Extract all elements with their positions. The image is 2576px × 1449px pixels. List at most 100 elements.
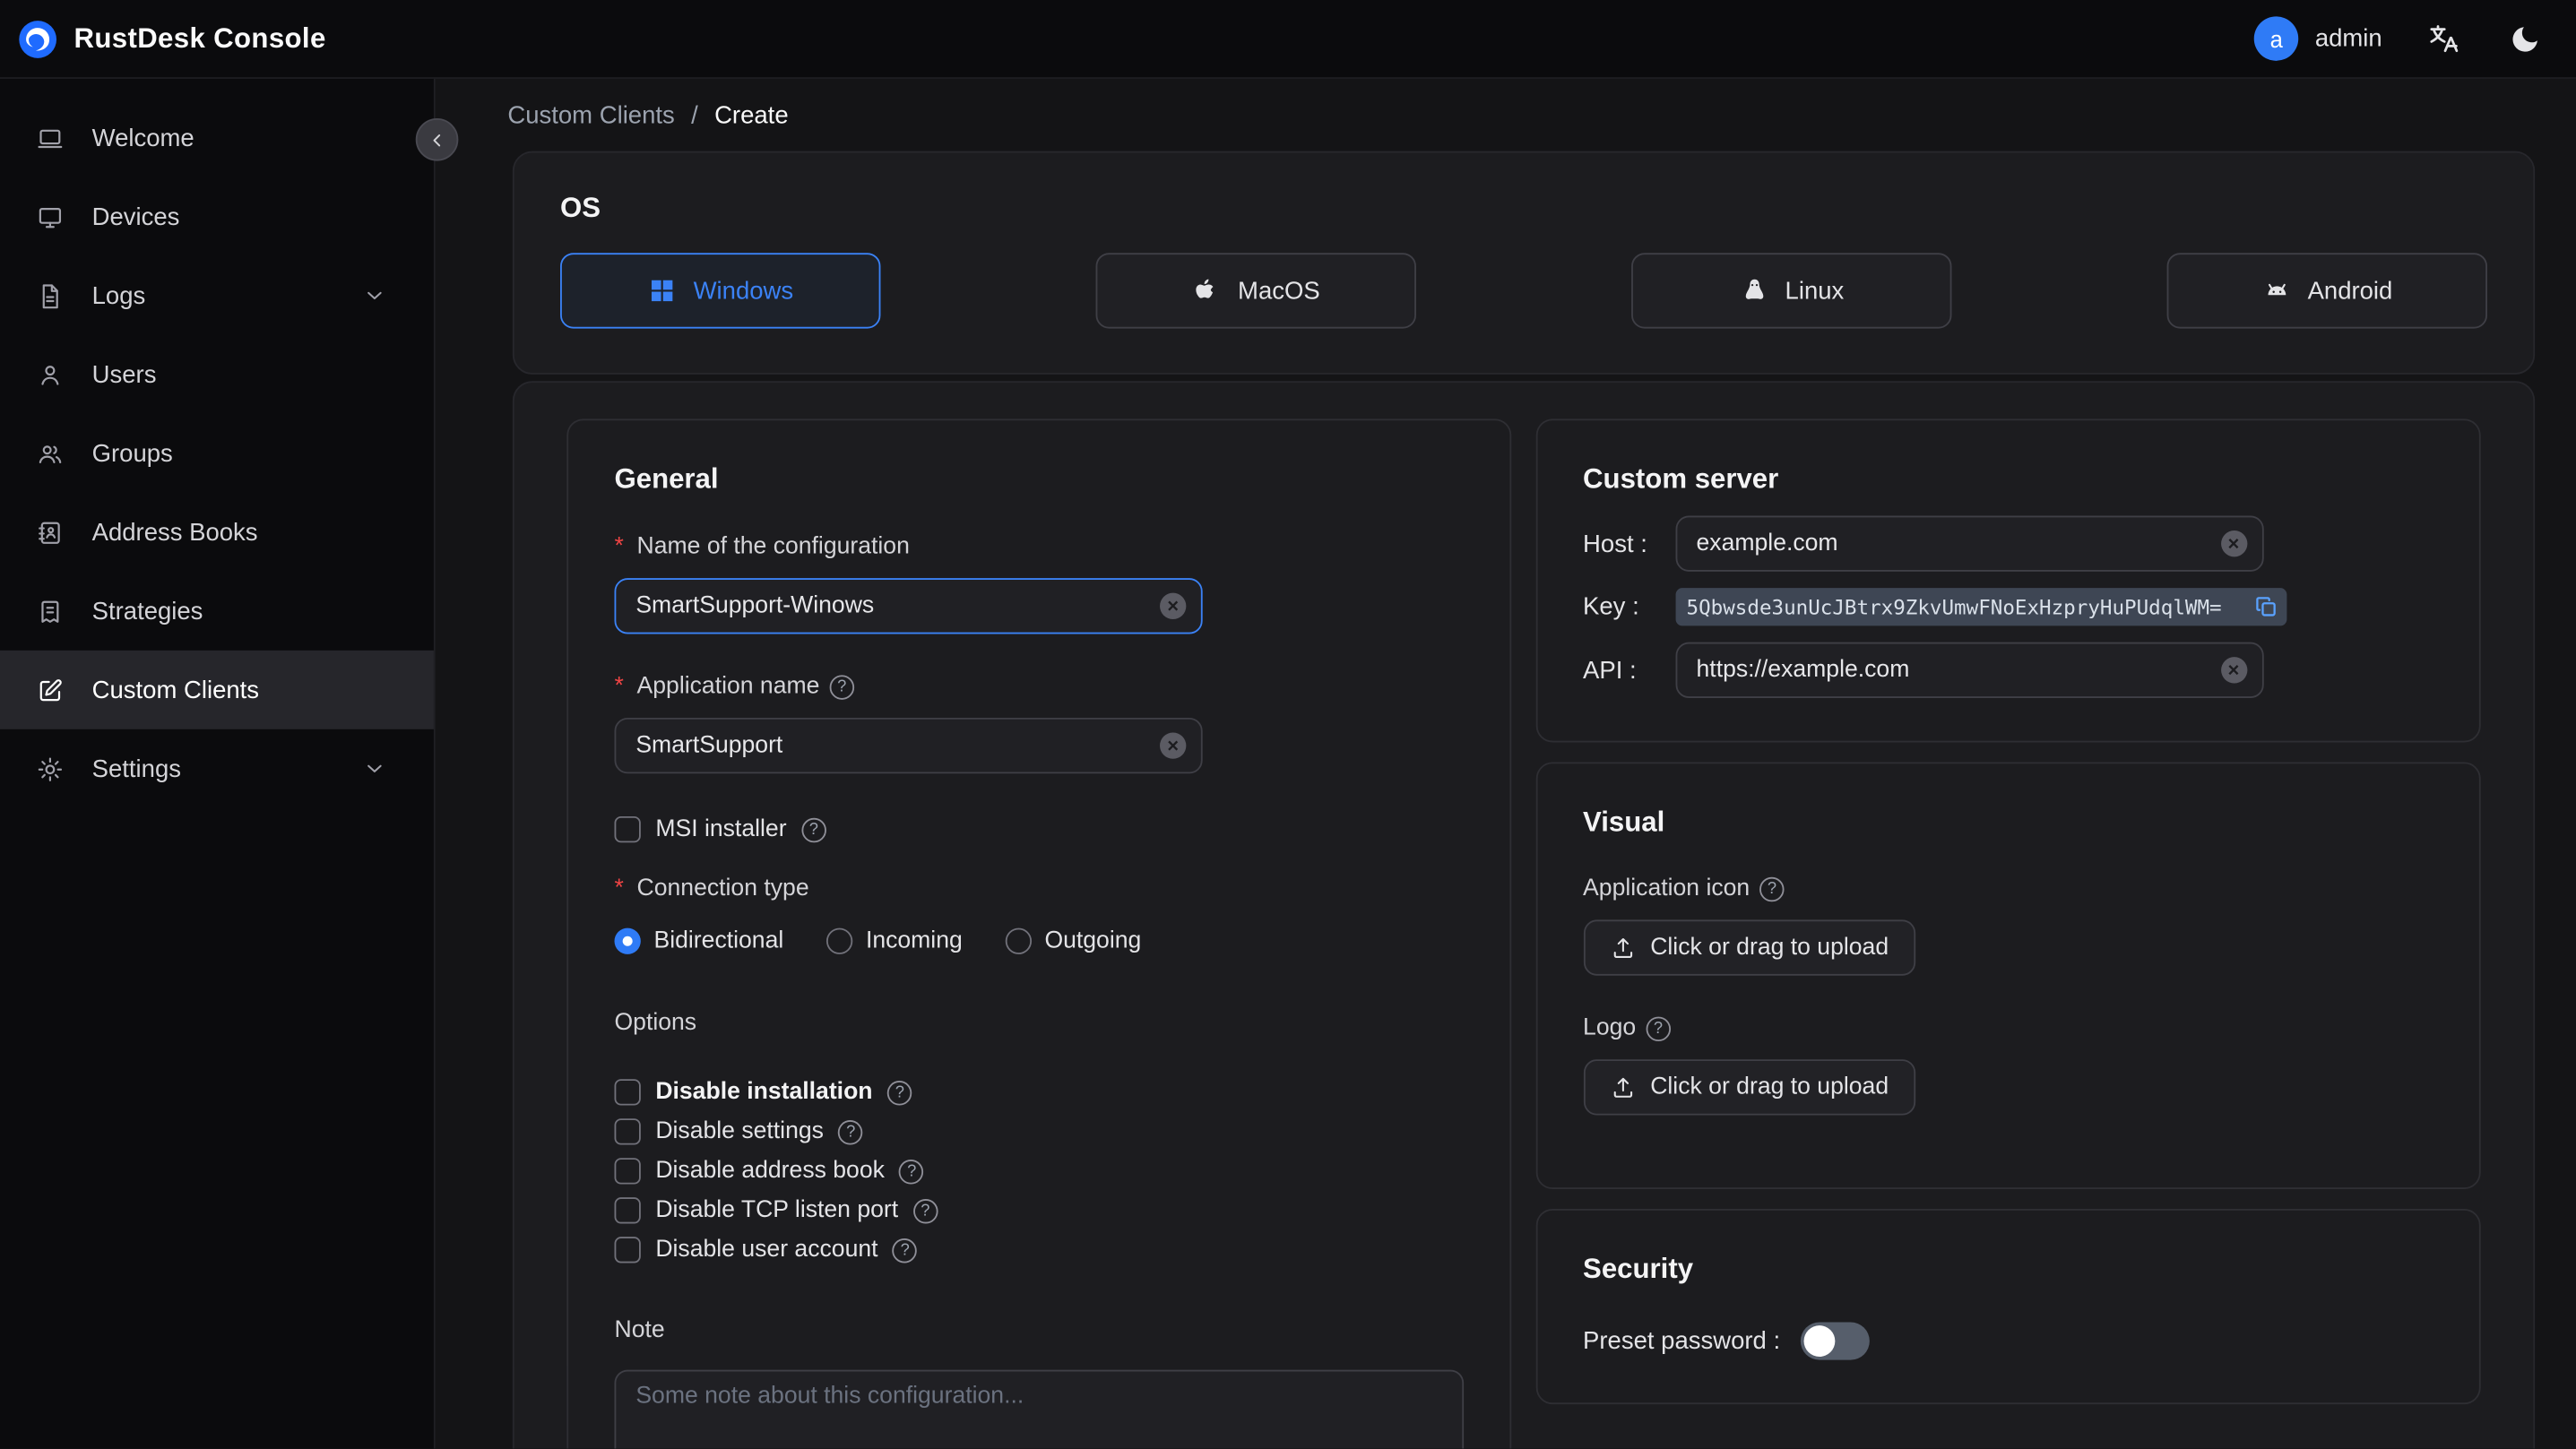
connection-type-label: * Connection type [614,875,809,902]
sidebar-item-label: Devices [91,203,180,231]
sidebar-item-devices[interactable]: Devices [0,177,434,256]
topbar: RustDesk Console a admin [0,0,2576,79]
api-input[interactable] [1674,642,2263,698]
host-row: Host : × [1583,515,2433,572]
sidebar-item-strategies[interactable]: Strategies [0,572,434,651]
translate-icon [2425,22,2459,56]
clear-icon[interactable]: × [1160,592,1187,620]
help-icon[interactable]: ? [887,1080,912,1105]
chevron-left-icon [425,127,449,151]
breadcrumb-separator: / [691,101,698,130]
apple-icon [1192,276,1222,306]
sidebar-item-label: Settings [91,755,181,783]
general-title: General [614,462,719,495]
upload-button-label: Click or drag to upload [1650,1074,1889,1101]
disable-tcp-listen-port-checkbox[interactable] [614,1197,641,1224]
preset-password-toggle[interactable] [1800,1322,1870,1360]
breadcrumb-parent[interactable]: Custom Clients [507,102,674,130]
sidebar-item-label: Welcome [91,124,194,152]
help-icon[interactable]: ? [912,1198,938,1223]
help-icon[interactable]: ? [1646,1015,1671,1041]
radio-icon [826,927,853,954]
radio-bidirectional[interactable]: Bidirectional [614,927,783,954]
api-field: × [1674,642,2263,698]
help-icon[interactable]: ? [899,1159,924,1184]
rustdesk-console-app: RustDesk Console a admin Welcome Devices… [0,0,2576,1449]
os-option-macos[interactable]: MacOS [1095,253,1416,329]
help-icon[interactable]: ? [838,1119,863,1144]
disable-user-account-checkbox[interactable] [614,1237,641,1264]
preset-password-row: Preset password : [1583,1322,2433,1360]
host-input[interactable] [1674,515,2263,572]
help-icon[interactable]: ? [829,674,854,699]
sidebar-item-label: Users [91,360,157,389]
avatar: a [2253,16,2299,61]
theme-toggle-button[interactable] [2503,17,2546,60]
username: admin [2314,24,2382,53]
document-icon [36,281,64,309]
clear-icon[interactable]: × [2220,657,2247,684]
language-button[interactable] [2422,17,2465,60]
copy-icon[interactable] [2253,595,2278,619]
sidebar-item-groups[interactable]: Groups [0,414,434,493]
sidebar: Welcome Devices Logs Users Groups Addres… [0,78,436,1449]
upload-icon [1609,1074,1635,1100]
clear-icon[interactable]: × [1160,732,1187,759]
disable-installation-checkbox[interactable] [614,1079,641,1106]
os-option-label: Android [2307,276,2393,306]
host-label: Host : [1583,530,1647,558]
sidebar-item-settings[interactable]: Settings [0,729,434,808]
radio-icon [1005,927,1032,954]
app-name-input[interactable] [614,717,1203,774]
visual-title: Visual [1583,806,1665,838]
logo-upload-button[interactable]: Click or drag to upload [1583,1059,1915,1116]
app-name-field: × [614,717,1203,774]
sidebar-collapse-button[interactable] [415,117,459,161]
help-icon[interactable]: ? [893,1238,918,1263]
api-label: API : [1583,656,1637,685]
disable-settings-row: Disable settings ? [614,1112,1464,1151]
application-icon-label: Application icon ? [1583,875,2433,901]
msi-installer-row: MSI installer ? [614,810,1464,850]
user-menu[interactable]: a admin [2253,16,2382,61]
os-option-windows[interactable]: Windows [560,253,881,329]
linux-penguin-icon [1739,276,1768,306]
msi-installer-checkbox[interactable] [614,815,641,843]
app-icon-upload-button[interactable]: Click or drag to upload [1583,919,1915,976]
main-content: Custom Clients / Create OS Windows MacOS… [436,79,2576,1449]
gear-icon [36,755,64,782]
os-option-linux[interactable]: Linux [1631,253,1952,329]
disable-tcp-listen-port-row: Disable TCP listen port ? [614,1191,1464,1230]
sidebar-item-custom-clients[interactable]: Custom Clients [0,650,434,729]
sidebar-item-users[interactable]: Users [0,335,434,414]
clear-icon[interactable]: × [2220,530,2247,557]
os-card: OS Windows MacOS Linux Android [512,151,2536,375]
help-icon[interactable]: ? [1759,875,1785,901]
disable-settings-checkbox[interactable] [614,1118,641,1145]
address-book-icon [36,518,64,546]
radio-icon [614,927,641,954]
visual-section: Visual Application icon ? Click or drag … [1534,762,2481,1190]
sidebar-item-welcome[interactable]: Welcome [0,99,434,177]
sidebar-item-logs[interactable]: Logs [0,256,434,335]
monitor-icon [36,203,64,230]
config-name-input[interactable] [614,578,1203,634]
sidebar-item-address-books[interactable]: Address Books [0,493,434,572]
create-form-card: General * Name of the configuration × * … [512,381,2536,1449]
sidebar-item-label: Strategies [91,597,203,625]
connection-type-group: Bidirectional Incoming Outgoing [614,927,1464,954]
topbar-right: a admin [2253,16,2546,61]
radio-incoming[interactable]: Incoming [826,927,963,954]
radio-outgoing[interactable]: Outgoing [1005,927,1141,954]
disable-installation-row: Disable installation ? [614,1073,1464,1112]
custom-server-section: Custom server Host : × Key : 5Qbwsde3un [1534,418,2481,743]
os-option-android[interactable]: Android [2166,253,2488,329]
note-textarea[interactable] [614,1369,1464,1449]
user-icon [36,360,64,388]
options-checkbox-list: Disable installation ? Disable settings … [614,1073,1464,1270]
disable-address-book-checkbox[interactable] [614,1158,641,1185]
note-label: Note [614,1316,665,1344]
breadcrumb-current: Create [714,101,789,130]
os-option-label: MacOS [1238,276,1320,306]
help-icon[interactable]: ? [801,816,826,842]
